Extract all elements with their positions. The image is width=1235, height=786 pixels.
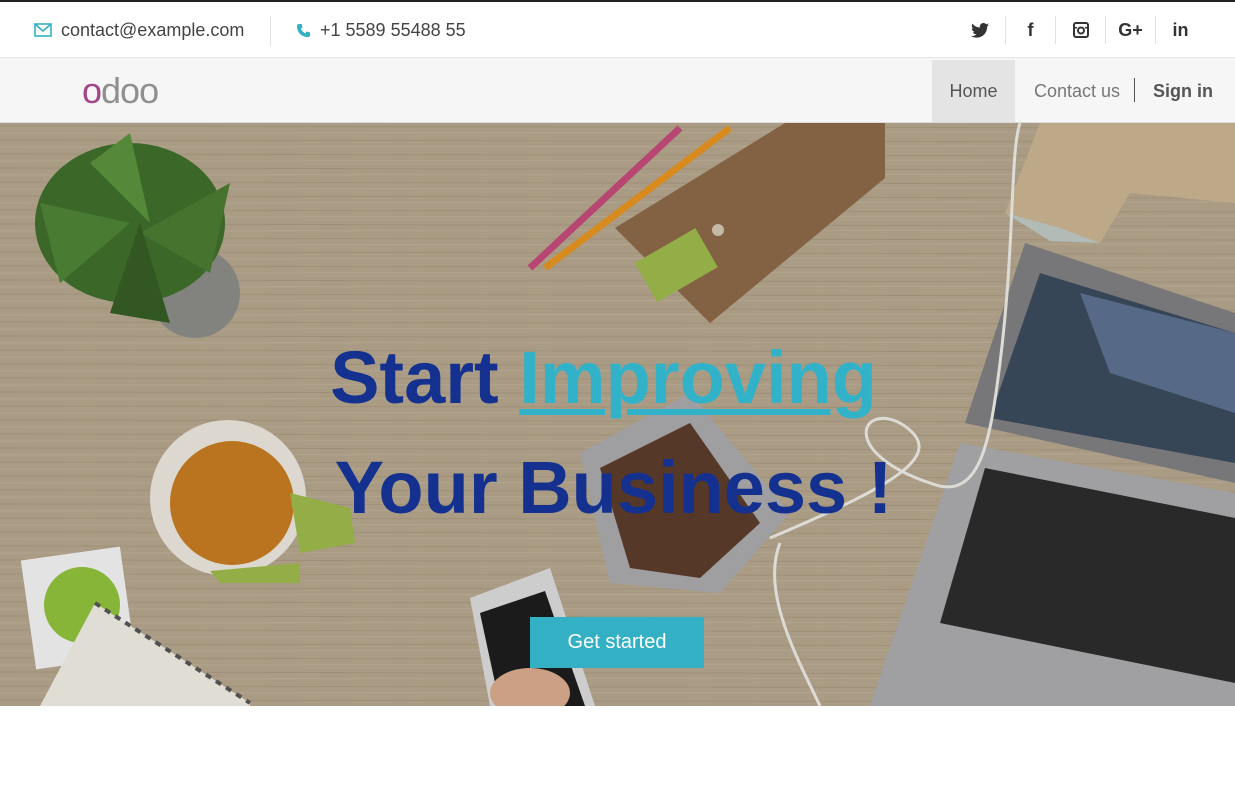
facebook-glyph: f [1027,19,1034,40]
linkedin-icon[interactable]: in [1155,16,1205,44]
hero-title-line2: Your Business ! [334,446,893,529]
linkedin-glyph: in [1172,19,1189,40]
hero-title-line1: Start Improving [0,335,1221,420]
social-links: f G+ in [955,2,1205,58]
nav-divider [1134,78,1135,102]
phone-contact[interactable]: +1 5589 55488 55 [296,2,466,58]
hero-title-highlight[interactable]: Improving [519,336,877,419]
top-contact-bar: contact@example.com +1 5589 55488 55 f G… [0,2,1235,58]
page-body-blank [0,706,1235,786]
nav-home[interactable]: Home [932,60,1015,122]
odoo-logo[interactable]: odoo [82,70,159,112]
nav-contact-us[interactable]: Contact us [1034,60,1120,122]
envelope-icon [34,23,52,37]
google-plus-glyph: G+ [1118,19,1143,40]
facebook-icon[interactable]: f [1005,16,1055,44]
email-text: contact@example.com [61,19,245,40]
phone-icon [296,23,311,37]
hero-title-start: Start [330,336,499,419]
google-plus-icon[interactable]: G+ [1105,16,1155,44]
nav-sign-in[interactable]: Sign in [1153,60,1213,122]
phone-text: +1 5589 55488 55 [320,19,466,40]
main-navbar: odoo Home Contact us Sign in [0,58,1235,123]
twitter-icon[interactable] [955,16,1005,44]
email-contact[interactable]: contact@example.com [34,2,244,58]
get-started-button[interactable]: Get started [530,617,704,668]
hero-banner: Start Improving Your Business ! Get star… [0,123,1235,706]
topbar-divider [270,16,271,46]
instagram-icon[interactable] [1055,16,1105,44]
